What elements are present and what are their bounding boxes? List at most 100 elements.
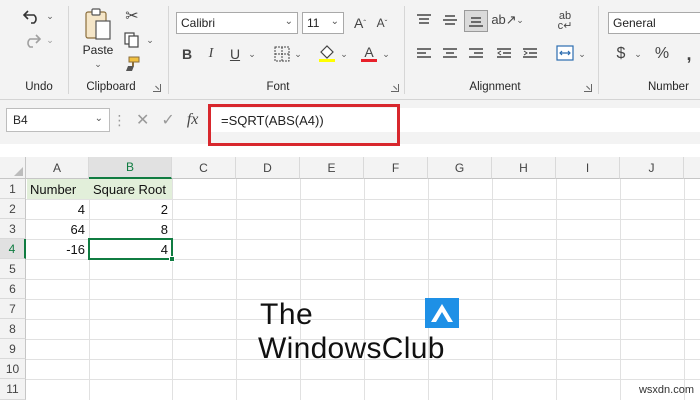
undo-dropdown-icon[interactable]: ⌄ [44,6,56,26]
orientation-icon[interactable]: ab↗ [491,10,516,30]
cell-a2[interactable]: 4 [26,199,89,219]
row-header-7[interactable]: 7 [0,299,26,319]
row-header-10[interactable]: 10 [0,359,26,379]
cell-b1[interactable]: Square Root [89,179,172,199]
cell-a3[interactable]: 64 [26,219,89,239]
column-header-c[interactable]: C [172,157,236,179]
cell-b2[interactable]: 2 [89,199,172,219]
gridline [26,379,700,380]
number-format-combo[interactable]: General [608,12,700,34]
underline-button[interactable]: U [226,44,244,64]
row-header-8[interactable]: 8 [0,319,26,339]
align-left-icon[interactable] [414,44,434,64]
column-header-f[interactable]: F [364,157,428,179]
decrease-font-size-icon[interactable]: Aˇ [372,12,392,34]
group-label-font: Font [266,81,290,93]
gridline [26,279,700,280]
column-header-k[interactable] [684,157,700,179]
group-label-number: Number [648,81,689,93]
name-box-value: B4 [13,113,28,127]
cell-a1[interactable]: Number [26,179,89,199]
row-header-5[interactable]: 5 [0,259,26,279]
column-header-b[interactable]: B [89,157,172,179]
group-separator [404,6,405,94]
italic-button[interactable]: I [202,44,220,64]
column-header-d[interactable]: D [236,157,300,179]
decrease-indent-icon[interactable] [494,44,514,64]
font-size-value: 11 [307,16,320,30]
alignment-launcher-icon[interactable] [584,84,592,92]
gridline [428,179,429,400]
select-all-button[interactable] [0,157,26,179]
gridline [492,179,493,400]
column-header-e[interactable]: E [300,157,364,179]
windowsclub-logo-icon [425,298,459,328]
underline-dropdown-icon[interactable]: ⌄ [246,44,258,64]
font-color-dropdown-icon[interactable]: ⌄ [380,44,392,64]
row-header-9[interactable]: 9 [0,339,26,359]
insert-function-button[interactable]: fx [187,111,199,129]
clipboard-launcher-icon[interactable] [153,84,161,92]
row-header-3[interactable]: 3 [0,219,26,239]
paste-icon[interactable] [82,6,114,42]
currency-icon[interactable]: $ [612,44,630,64]
comma-style-icon[interactable]: , [680,44,698,64]
redo-icon[interactable] [20,30,44,50]
paste-dropdown-icon[interactable]: ⌄ [90,58,106,70]
font-size-combo[interactable]: 11 ⌄ [302,12,344,34]
align-right-icon[interactable] [466,44,486,64]
column-header-g[interactable]: G [428,157,492,179]
column-header-a[interactable]: A [26,157,89,179]
row-header-11[interactable]: 11 [0,379,26,400]
copy-dropdown-icon[interactable]: ⌄ [144,30,156,50]
fill-color-icon[interactable] [316,42,338,64]
cell-b3[interactable]: 8 [89,219,172,239]
align-center-icon[interactable] [440,44,460,64]
orientation-dropdown-icon[interactable]: ⌄ [514,10,526,30]
align-bottom-icon[interactable] [464,10,488,32]
gridline [300,179,301,400]
row-header-4[interactable]: 4 [0,239,26,259]
gridline [620,179,621,400]
increase-indent-icon[interactable] [520,44,540,64]
bold-button[interactable]: B [178,44,196,64]
font-launcher-icon[interactable] [391,84,399,92]
column-header-i[interactable]: I [556,157,620,179]
cancel-formula-icon[interactable]: ✕ [136,110,149,130]
copy-icon[interactable] [122,30,142,50]
currency-dropdown-icon[interactable]: ⌄ [632,44,644,64]
row-header-6[interactable]: 6 [0,279,26,299]
align-top-icon[interactable] [414,10,434,30]
formula-bar-grip-icon[interactable]: ⋮ [113,108,127,132]
group-separator [598,6,599,94]
merge-center-icon[interactable] [554,42,576,64]
borders-icon[interactable] [272,44,292,64]
fill-handle[interactable] [169,256,175,262]
row-header-1[interactable]: 1 [0,179,26,199]
cell-a4[interactable]: -16 [26,239,89,259]
merge-dropdown-icon[interactable]: ⌄ [576,44,588,64]
format-painter-icon[interactable] [122,54,142,74]
redo-dropdown-icon[interactable]: ⌄ [44,30,56,50]
watermark-line1: The [260,298,314,331]
wrap-text-icon[interactable]: ab c↵ [554,10,576,32]
cut-icon[interactable]: ✂ [122,6,142,26]
row-header-2[interactable]: 2 [0,199,26,219]
name-box[interactable]: B4 ⌄ [6,108,110,132]
chevron-down-icon: ⌄ [284,16,293,27]
font-name-combo[interactable]: Calibri ⌄ [176,12,298,34]
borders-dropdown-icon[interactable]: ⌄ [292,44,304,64]
increase-font-size-icon[interactable]: Aˆ [350,12,370,34]
formula-controls: ✕ ✓ fx [128,108,208,132]
font-color-icon[interactable]: A [358,42,380,64]
paste-button-label[interactable]: Paste [80,43,116,57]
align-middle-icon[interactable] [440,10,460,30]
active-cell-border [88,238,173,260]
column-header-h[interactable]: H [492,157,556,179]
number-format-value: General [613,16,656,30]
fill-color-dropdown-icon[interactable]: ⌄ [338,44,350,64]
enter-formula-icon[interactable]: ✓ [161,110,174,130]
column-header-j[interactable]: J [620,157,684,179]
undo-icon[interactable] [20,6,44,26]
percent-icon[interactable]: % [652,44,672,64]
